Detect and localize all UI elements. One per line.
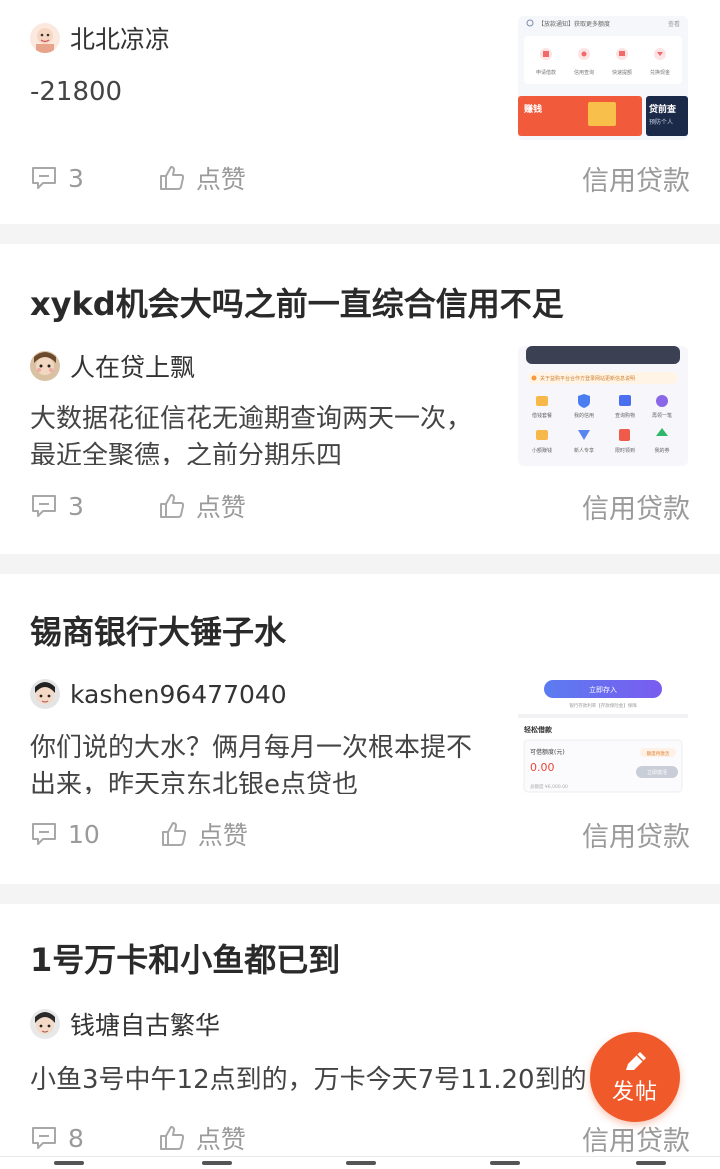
avatar[interactable]: [30, 1009, 60, 1039]
comment-count: 8: [68, 1123, 84, 1153]
comment-button[interactable]: 3: [30, 492, 84, 521]
comment-button[interactable]: 3: [30, 164, 84, 193]
post-card[interactable]: 1号万卡和小鱼都已到 钱塘自古繁华 小鱼3号中午12点到的，万卡今天7号11.2…: [0, 904, 720, 1158]
post-meta-row: 3 点赞 信用贷款: [30, 158, 690, 198]
like-button[interactable]: 点赞: [158, 160, 246, 196]
avatar[interactable]: [30, 351, 60, 381]
thumb-icon-label: 快速提额: [612, 69, 632, 76]
category-tag[interactable]: 信用贷款: [582, 1119, 690, 1158]
thumb-icon-label: 小额赚钱: [532, 447, 552, 454]
comment-count: 10: [68, 819, 100, 849]
thumb-banner-left: 赚钱: [523, 103, 542, 115]
thumb-btn2: 立即激活: [647, 769, 667, 776]
thumb-notice: 关于益购平台合作方登录网站更新信息说明: [540, 375, 635, 382]
tab-5[interactable]: [636, 1161, 666, 1165]
post-card[interactable]: 北北凉凉 -21800 【放款通知】获取更多额度 查看 申请借款 信用查询 快速…: [0, 0, 720, 224]
comment-icon: [32, 823, 56, 845]
author-row[interactable]: 北北凉凉: [30, 20, 170, 56]
author-name[interactable]: 钱塘自古繁华: [70, 1006, 220, 1042]
category-tag[interactable]: 信用贷款: [582, 815, 690, 854]
avatar[interactable]: [30, 679, 60, 709]
thumb-icon-label: 我的券: [654, 447, 669, 454]
category-tag[interactable]: 信用贷款: [582, 159, 690, 198]
thumb-tag: 额度待激活: [647, 750, 670, 757]
tab-home[interactable]: [54, 1161, 84, 1165]
like-label: 点赞: [195, 165, 246, 194]
post-thumbnail[interactable]: 立即存入 银行存款利率【存款保险金】保障 轻松借款 可借额度(元) 额度待激活 …: [518, 674, 688, 794]
comment-icon: [32, 167, 56, 189]
thumb-notice: 【放款通知】获取更多额度: [538, 20, 610, 28]
thumb-icon-label: 兑换现金: [650, 69, 670, 76]
thumb-banner-right: 贷前查: [649, 103, 677, 115]
thumb-icon-label: 我的信用: [574, 412, 594, 419]
like-button[interactable]: 点赞: [158, 1120, 246, 1156]
bottom-tab-bar: [0, 1156, 720, 1169]
thumb-icon-label: 限时领到: [615, 447, 635, 454]
author-row[interactable]: kashen96477040: [30, 676, 287, 712]
post-meta-row: 10 点赞 信用贷款: [30, 814, 690, 854]
thumb-icon-label: 查询购物: [615, 412, 635, 419]
thumb-icon-label: 借钱套餐: [532, 412, 552, 419]
thumb-icon-label: 再领一笔: [652, 412, 672, 419]
post-thumbnail[interactable]: 关于益购平台合作方登录网站更新信息说明 借钱套餐 我的信用 查询购物 再领一笔 …: [518, 346, 688, 466]
thumb-banner-sub: 预防个人: [649, 118, 673, 126]
post-title[interactable]: xykd机会大吗之前一直综合信用不足: [30, 284, 564, 324]
post-meta-row: 3 点赞 信用贷款: [30, 486, 690, 526]
thumb-icon-label: 申请借款: [536, 69, 556, 76]
post-body[interactable]: 大数据花征信花无逾期查询两天一次，最近全聚德，之前分期乐四: [30, 401, 490, 465]
thumbs-up-icon: [159, 166, 184, 190]
thumb-label: 可借额度(元): [530, 748, 565, 756]
new-post-label: 发帖: [611, 1080, 658, 1105]
thumb-icon-label: 新人专享: [574, 447, 594, 454]
thumb-amount: 0.00: [530, 761, 555, 774]
post-thumbnail[interactable]: 【放款通知】获取更多额度 查看 申请借款 信用查询 快速提额 兑换现金 赚钱 贷…: [518, 16, 688, 140]
thumb-section: 轻松借款: [524, 725, 553, 734]
comment-count: 3: [68, 491, 84, 521]
post-meta-row: 8 点赞 信用贷款: [30, 1118, 690, 1158]
post-card[interactable]: xykd机会大吗之前一直综合信用不足 人在贷上飘 大数据花征信花无逾期查询两天一…: [0, 244, 720, 554]
thumbs-up-icon: [159, 494, 184, 518]
post-body[interactable]: -21800: [30, 74, 490, 114]
like-label: 点赞: [195, 493, 246, 522]
thumb-icon-label: 信用查询: [574, 69, 594, 76]
category-tag[interactable]: 信用贷款: [582, 487, 690, 526]
like-label: 点赞: [197, 821, 248, 850]
author-name[interactable]: 北北凉凉: [70, 20, 170, 56]
post-card[interactable]: 锡商银行大锤子水 kashen96477040 你们说的大水？俩月每月一次根本提…: [0, 574, 720, 884]
thumb-sub: 银行存款利率【存款保险金】保障: [569, 702, 637, 709]
thumb-limit: 总额度 ¥6,000.00: [530, 783, 568, 790]
tab-2[interactable]: [202, 1161, 232, 1165]
thumb-more: 查看: [668, 20, 680, 28]
author-name[interactable]: 人在贷上飘: [70, 348, 195, 384]
post-body[interactable]: 你们说的大水？俩月每月一次根本提不出来，昨天京东北银e点贷也: [30, 730, 490, 794]
thumbs-up-icon: [161, 822, 186, 846]
like-button[interactable]: 点赞: [158, 488, 246, 524]
thumb-button: 立即存入: [589, 685, 617, 694]
comment-icon: [32, 1127, 56, 1149]
comment-icon: [32, 495, 56, 517]
tab-3[interactable]: [346, 1161, 376, 1165]
author-name[interactable]: kashen96477040: [70, 680, 287, 709]
comment-button[interactable]: 8: [30, 1124, 84, 1153]
avatar[interactable]: [30, 23, 60, 53]
author-row[interactable]: 人在贷上飘: [30, 348, 195, 384]
tab-4[interactable]: [490, 1161, 520, 1165]
post-title[interactable]: 1号万卡和小鱼都已到: [30, 940, 340, 980]
comment-count: 3: [68, 163, 84, 193]
author-row[interactable]: 钱塘自古繁华: [30, 1006, 220, 1042]
new-post-button[interactable]: 发帖: [590, 1032, 680, 1122]
like-label: 点赞: [195, 1125, 246, 1154]
comment-button[interactable]: 10: [30, 820, 100, 849]
post-title[interactable]: 锡商银行大锤子水: [30, 612, 286, 652]
thumbs-up-icon: [159, 1126, 184, 1150]
like-button[interactable]: 点赞: [160, 816, 248, 852]
